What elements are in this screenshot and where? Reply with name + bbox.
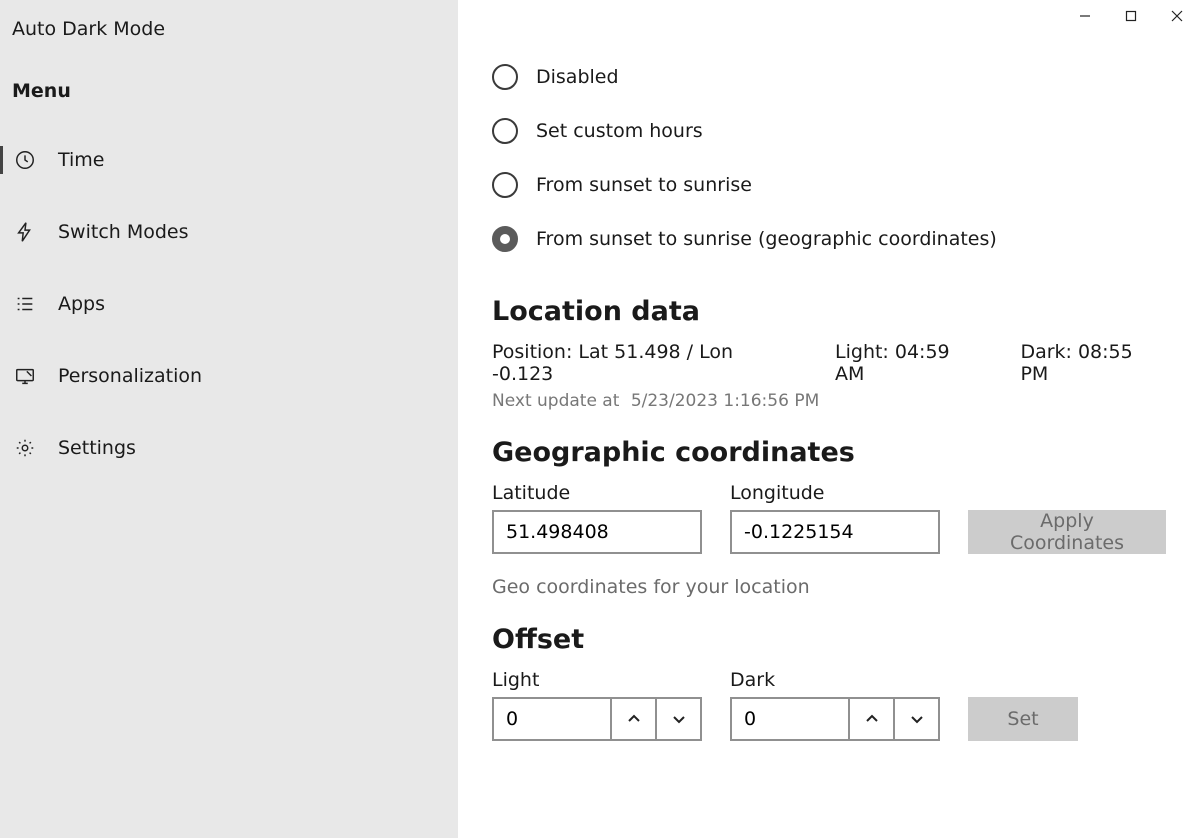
- radio-icon: [492, 226, 518, 252]
- lightning-icon: [14, 221, 36, 243]
- offset-set-button[interactable]: Set: [968, 697, 1078, 741]
- next-update-label: Next update at: [492, 391, 619, 411]
- offset-dark-up-button[interactable]: [848, 699, 893, 739]
- sidebar-item-time[interactable]: Time: [0, 132, 458, 188]
- location-light-time: Light: 04:59 AM: [835, 341, 984, 385]
- sidebar-item-settings[interactable]: Settings: [0, 420, 458, 476]
- next-update-timestamp: 5/23/2023 1:16:56 PM: [631, 391, 819, 411]
- longitude-label: Longitude: [730, 482, 940, 504]
- app-title: Auto Dark Mode: [0, 10, 458, 70]
- sidebar-item-label: Time: [58, 149, 105, 171]
- mode-option-custom-hours[interactable]: Set custom hours: [492, 104, 1166, 158]
- offset-dark-label: Dark: [730, 669, 940, 691]
- location-position: Position: Lat 51.498 / Lon -0.123: [492, 341, 799, 385]
- mode-radio-group: Disabled Set custom hours From sunset to…: [492, 50, 1166, 266]
- app-window: Auto Dark Mode Menu Time Switch Modes Ap…: [0, 0, 1200, 838]
- minimize-button[interactable]: [1062, 0, 1108, 32]
- sidebar-item-label: Switch Modes: [58, 221, 189, 243]
- offset-light-label: Light: [492, 669, 702, 691]
- radio-icon: [492, 64, 518, 90]
- radio-icon: [492, 118, 518, 144]
- geo-heading: Geographic coordinates: [492, 437, 1166, 468]
- offset-dark-down-button[interactable]: [893, 699, 938, 739]
- main-content: Disabled Set custom hours From sunset to…: [458, 0, 1200, 838]
- latitude-field: Latitude: [492, 482, 702, 554]
- list-icon: [14, 293, 36, 315]
- mode-option-sunset-sunrise[interactable]: From sunset to sunrise: [492, 158, 1166, 212]
- offset-light-spinbox: [492, 697, 702, 741]
- personalization-icon: [14, 365, 36, 387]
- latitude-input[interactable]: [492, 510, 702, 554]
- offset-light-down-button[interactable]: [655, 699, 700, 739]
- radio-icon: [492, 172, 518, 198]
- geo-hint: Geo coordinates for your location: [492, 576, 1166, 598]
- offset-light-input[interactable]: [494, 699, 610, 739]
- sidebar-item-label: Personalization: [58, 365, 202, 387]
- longitude-input[interactable]: [730, 510, 940, 554]
- offset-dark-input[interactable]: [732, 699, 848, 739]
- sidebar: Auto Dark Mode Menu Time Switch Modes Ap…: [0, 0, 458, 838]
- offset-dark-spinbox: [730, 697, 940, 741]
- sidebar-item-personalization[interactable]: Personalization: [0, 348, 458, 404]
- mode-option-sunset-sunrise-geo[interactable]: From sunset to sunrise (geographic coord…: [492, 212, 1166, 266]
- location-dark-time: Dark: 08:55 PM: [1020, 341, 1166, 385]
- sidebar-item-label: Apps: [58, 293, 105, 315]
- longitude-field: Longitude: [730, 482, 940, 554]
- location-next-update: Next update at 5/23/2023 1:16:56 PM: [492, 391, 1166, 411]
- clock-icon: [14, 149, 36, 171]
- latitude-label: Latitude: [492, 482, 702, 504]
- sidebar-item-switch-modes[interactable]: Switch Modes: [0, 204, 458, 260]
- gear-icon: [14, 437, 36, 459]
- offset-heading: Offset: [492, 624, 1166, 655]
- mode-option-disabled[interactable]: Disabled: [492, 50, 1166, 104]
- radio-label: Disabled: [536, 66, 619, 88]
- apply-coordinates-button[interactable]: Apply Coordinates: [968, 510, 1166, 554]
- offset-light-field: Light: [492, 669, 702, 741]
- close-button[interactable]: [1154, 0, 1200, 32]
- maximize-button[interactable]: [1108, 0, 1154, 32]
- location-info-row: Position: Lat 51.498 / Lon -0.123 Light:…: [492, 341, 1166, 385]
- sidebar-item-apps[interactable]: Apps: [0, 276, 458, 332]
- radio-label: From sunset to sunrise: [536, 174, 752, 196]
- offset-light-up-button[interactable]: [610, 699, 655, 739]
- radio-label: Set custom hours: [536, 120, 703, 142]
- offset-dark-field: Dark: [730, 669, 940, 741]
- window-controls: [1062, 0, 1200, 32]
- offset-inputs-row: Light Dark: [492, 669, 1166, 741]
- location-heading: Location data: [492, 296, 1166, 327]
- geo-inputs-row: Latitude Longitude Apply Coordinates: [492, 482, 1166, 554]
- radio-label: From sunset to sunrise (geographic coord…: [536, 228, 997, 250]
- sidebar-item-label: Settings: [58, 437, 136, 459]
- menu-heading: Menu: [0, 70, 458, 132]
